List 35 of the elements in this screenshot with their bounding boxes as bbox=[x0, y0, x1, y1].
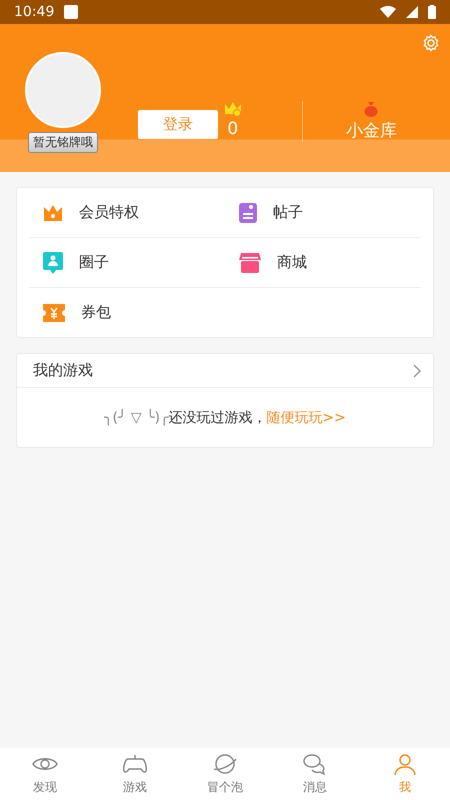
wifi-icon bbox=[380, 6, 396, 18]
nav-tab[interactable]: 冒个泡 bbox=[180, 748, 270, 800]
person-icon bbox=[392, 752, 418, 776]
note-icon bbox=[239, 202, 257, 222]
planet-icon bbox=[212, 752, 238, 776]
crown-icon bbox=[224, 101, 242, 117]
menu-item[interactable]: 商城 bbox=[277, 253, 307, 272]
coupon-icon bbox=[43, 304, 65, 322]
money-bag-icon bbox=[364, 101, 378, 117]
chat-icon bbox=[302, 752, 328, 776]
clock: 10:49 bbox=[14, 4, 54, 20]
crown-icon bbox=[43, 204, 63, 222]
login-button[interactable]: 登录 bbox=[138, 110, 218, 139]
empty-message: 还没玩过游戏， bbox=[168, 410, 266, 426]
nameplate-badge: 暂无铭牌哦 bbox=[28, 132, 98, 153]
notification-icon bbox=[64, 5, 78, 19]
nav-tab[interactable]: 消息 bbox=[270, 748, 360, 800]
nav-tab[interactable]: 我 bbox=[360, 748, 450, 800]
nav-tab[interactable]: 发现 bbox=[0, 748, 90, 800]
person-bubble-icon bbox=[43, 252, 63, 274]
signal-icon bbox=[406, 6, 418, 18]
menu-item[interactable]: 会员特权 bbox=[79, 203, 139, 222]
chevron-right-icon[interactable] bbox=[413, 364, 421, 378]
store-icon bbox=[239, 252, 261, 272]
section-title[interactable]: 我的游戏 bbox=[33, 361, 93, 380]
settings-icon[interactable] bbox=[422, 34, 440, 52]
emoticon: ╮(╯ ▽ ╰)╭ bbox=[104, 410, 168, 426]
play-link[interactable]: 随便玩玩>> bbox=[266, 408, 346, 426]
menu-item[interactable]: 券包 bbox=[81, 303, 111, 322]
menu-item[interactable]: 帖子 bbox=[273, 203, 303, 222]
battery-icon bbox=[428, 5, 436, 19]
stat-value[interactable]: 小金库 bbox=[346, 119, 397, 142]
nav-tab[interactable]: 游戏 bbox=[90, 748, 180, 800]
menu-item[interactable]: 圈子 bbox=[79, 253, 109, 272]
stat-value[interactable]: 0 bbox=[227, 119, 238, 139]
